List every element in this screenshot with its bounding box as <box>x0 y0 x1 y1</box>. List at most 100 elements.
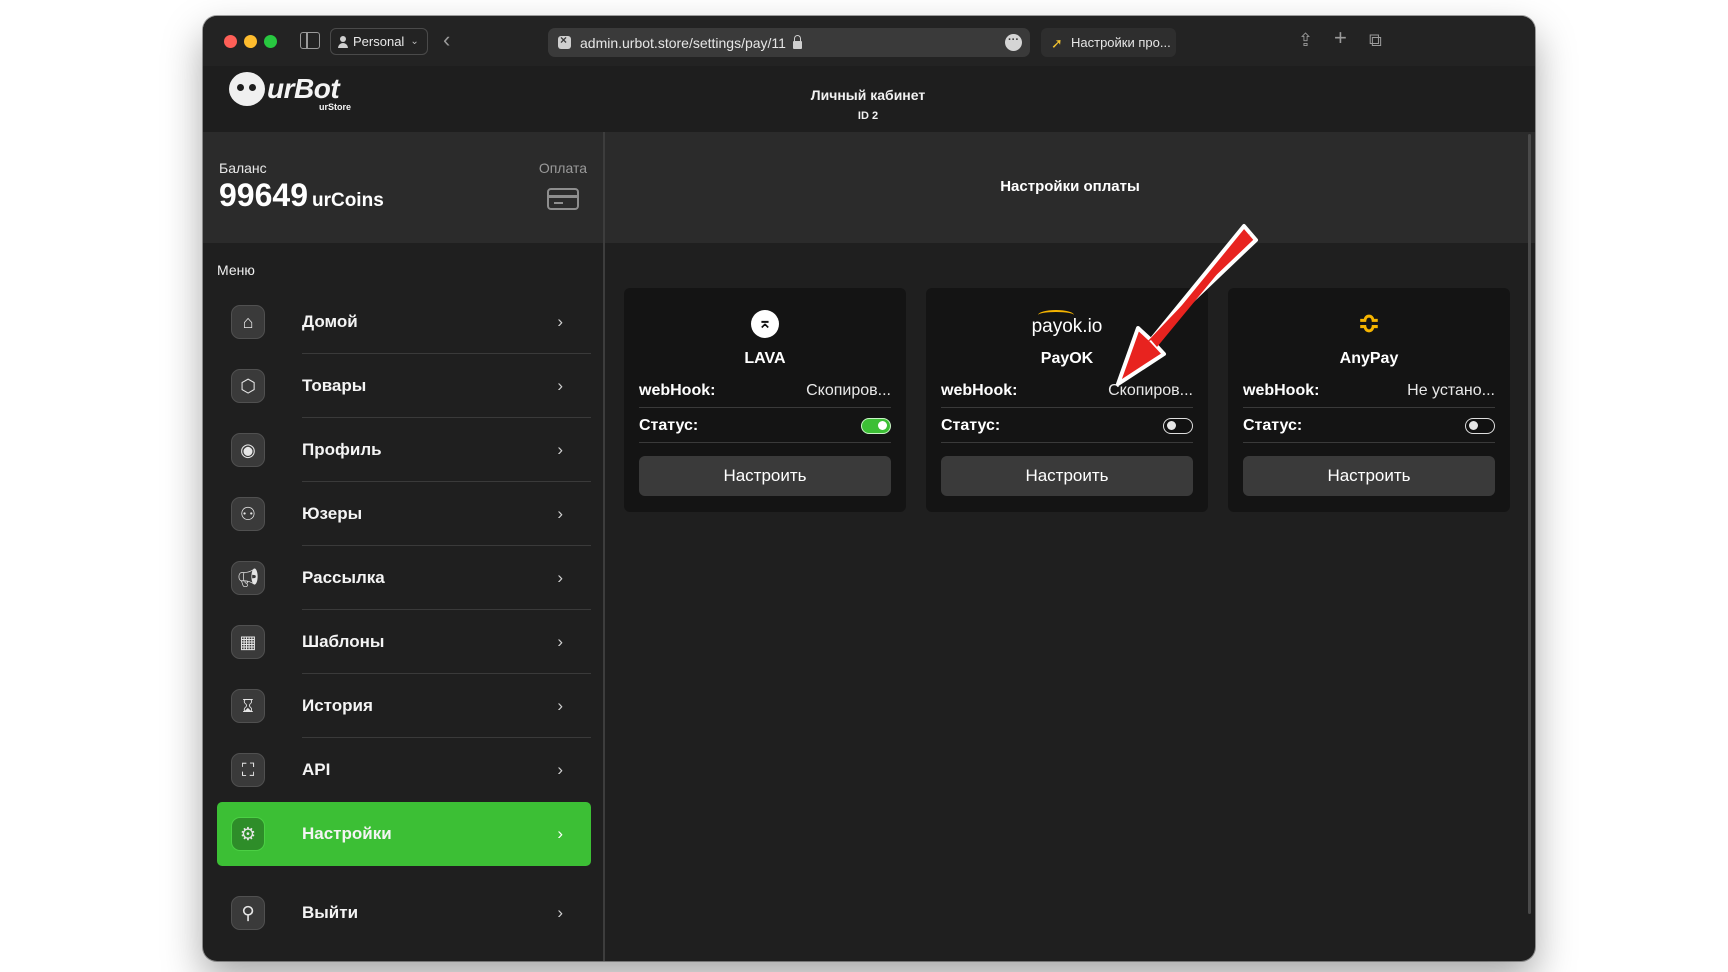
sidebar-item-history[interactable]: ⌛︎ История › <box>217 674 591 738</box>
tab-favicon-icon: ➚ <box>1051 34 1063 51</box>
chevron-right-icon: › <box>557 824 563 843</box>
sidebar-item-label: История <box>302 696 373 715</box>
sidebar-item-label: Товары <box>302 376 367 395</box>
sidebar-item-label: Выйти <box>302 903 359 922</box>
payok-logo: payok.io <box>926 306 1208 342</box>
chevron-right-icon: › <box>557 440 563 459</box>
sidebar-item-products[interactable]: ⬡ Товары › <box>217 354 591 418</box>
back-icon[interactable]: ‹ <box>443 28 450 52</box>
more-icon[interactable]: ··· <box>1005 34 1022 51</box>
balance-unit: urCoins <box>311 190 384 211</box>
site-favicon-icon <box>558 33 571 49</box>
webhook-copy-link[interactable]: Скопиров... <box>1108 382 1193 400</box>
status-row: Статус: <box>639 409 891 443</box>
sidebar-item-mailing[interactable]: 📢︎ Рассылка › <box>217 546 591 610</box>
sidebar-item-users[interactable]: ⚇ Юзеры › <box>217 482 591 546</box>
chevron-right-icon: › <box>557 376 563 395</box>
users-icon: ⚇ <box>231 497 265 531</box>
page-header: Настройки оплаты <box>605 132 1535 243</box>
status-toggle[interactable] <box>1465 417 1495 434</box>
sidebar-item-api[interactable]: ⛶ API › <box>217 738 591 802</box>
hourglass-icon: ⌛︎ <box>231 689 265 723</box>
menu-title: Меню <box>217 262 255 278</box>
share-icon[interactable]: ⇪ <box>1298 30 1313 50</box>
chip-icon: ⛶ <box>231 753 265 787</box>
sidebar-menu: ⌂ Домой › ⬡ Товары › ◉ Профиль › ⚇ Юзеры… <box>217 290 591 945</box>
close-window-button[interactable] <box>224 35 237 48</box>
payment-card-lava: LAVA webHook: Скопиров... Статус: Настро… <box>624 288 906 512</box>
sidebar-item-label: Юзеры <box>302 504 363 523</box>
sidebar-item-label: Настройки <box>302 824 392 843</box>
logout-icon: ⚲ <box>231 896 265 930</box>
chevron-right-icon: › <box>557 760 563 779</box>
sidebar-item-home[interactable]: ⌂ Домой › <box>217 290 591 354</box>
lava-logo-icon <box>751 310 779 338</box>
status-toggle[interactable] <box>1163 417 1193 434</box>
status-label: Статус: <box>639 416 699 434</box>
new-tab-icon[interactable]: + <box>1334 27 1347 49</box>
lava-logo <box>624 306 906 342</box>
megaphone-icon: 📢︎ <box>231 561 265 595</box>
address-bar[interactable]: admin.urbot.store/settings/pay/11 ··· <box>548 28 1030 57</box>
sidebar-item-label: Профиль <box>302 440 382 459</box>
credit-card-icon[interactable] <box>547 188 579 210</box>
chevron-down-icon: ⌄ <box>410 36 419 47</box>
chevron-right-icon: › <box>557 312 563 331</box>
person-icon <box>337 35 349 48</box>
balance-amount: 99649 urCoins <box>219 177 384 214</box>
tab-overview-icon[interactable]: ⧉ <box>1369 30 1382 50</box>
sidebar-item-templates[interactable]: ▦ Шаблоны › <box>217 610 591 674</box>
browser-titlebar: Personal ⌄ ‹ admin.urbot.store/settings/… <box>203 16 1535 66</box>
payment-card-payok: payok.io PayOK webHook: Скопиров... Стат… <box>926 288 1208 512</box>
webhook-value: Не устано... <box>1407 381 1495 399</box>
browser-tab[interactable]: ➚ Настройки про... <box>1041 28 1176 57</box>
profile-switcher[interactable]: Personal ⌄ <box>330 28 428 55</box>
status-toggle[interactable] <box>861 417 891 434</box>
lock-icon <box>792 34 802 49</box>
zoom-window-button[interactable] <box>264 35 277 48</box>
anypay-logo-icon: ≎ <box>1357 308 1381 339</box>
webhook-copy-link[interactable]: Скопиров... <box>806 382 891 400</box>
status-row: Статус: <box>941 409 1193 443</box>
chevron-right-icon: › <box>557 696 563 715</box>
sidebar-item-label: API <box>302 760 331 779</box>
box-icon: ⬡ <box>231 369 265 403</box>
sidebar-item-label: Рассылка <box>302 568 385 587</box>
scrollbar[interactable] <box>1528 134 1531 914</box>
webhook-label: webHook: <box>639 381 716 399</box>
user-circle-icon: ◉ <box>231 433 265 467</box>
tab-title: Настройки про... <box>1071 35 1171 50</box>
sidebar-item-settings[interactable]: ⚙ Настройки › <box>217 802 591 866</box>
payment-label: Оплата <box>538 160 587 176</box>
sidebar-toggle-icon[interactable] <box>300 32 320 49</box>
status-label: Статус: <box>941 416 1001 434</box>
balance-label: Баланс <box>219 160 267 176</box>
header-user-id: ID 2 <box>857 110 879 122</box>
header-title: Личный кабинет <box>810 87 926 103</box>
sidebar-item-label: Шаблоны <box>302 632 385 651</box>
chevron-right-icon: › <box>557 903 563 922</box>
provider-name: PayOK <box>1040 350 1094 367</box>
status-row: Статус: <box>1243 409 1495 443</box>
configure-button[interactable]: Настроить <box>1243 456 1495 496</box>
home-icon: ⌂ <box>231 305 265 339</box>
chevron-right-icon: › <box>557 504 563 523</box>
status-label: Статус: <box>1243 416 1303 434</box>
webhook-label: webHook: <box>941 381 1018 399</box>
configure-button[interactable]: Настроить <box>639 456 891 496</box>
payment-card-anypay: ≎ AnyPay webHook: Не устано... Статус: Н… <box>1228 288 1510 512</box>
webhook-label: webHook: <box>1243 381 1320 399</box>
chevron-right-icon: › <box>557 632 563 651</box>
webhook-row: webHook: Скопиров... <box>639 374 891 408</box>
balance-value: 99649 <box>219 177 308 213</box>
provider-name: LAVA <box>744 350 786 367</box>
sidebar-item-profile[interactable]: ◉ Профиль › <box>217 418 591 482</box>
gear-icon: ⚙ <box>231 817 265 851</box>
configure-button[interactable]: Настроить <box>941 456 1193 496</box>
profile-label: Personal <box>353 34 405 49</box>
minimize-window-button[interactable] <box>244 35 257 48</box>
sidebar-item-logout[interactable]: ⚲ Выйти › <box>217 881 591 945</box>
page-title: Настройки оплаты <box>1000 178 1140 195</box>
chevron-right-icon: › <box>557 568 563 587</box>
url-text: admin.urbot.store/settings/pay/11 <box>580 34 786 51</box>
